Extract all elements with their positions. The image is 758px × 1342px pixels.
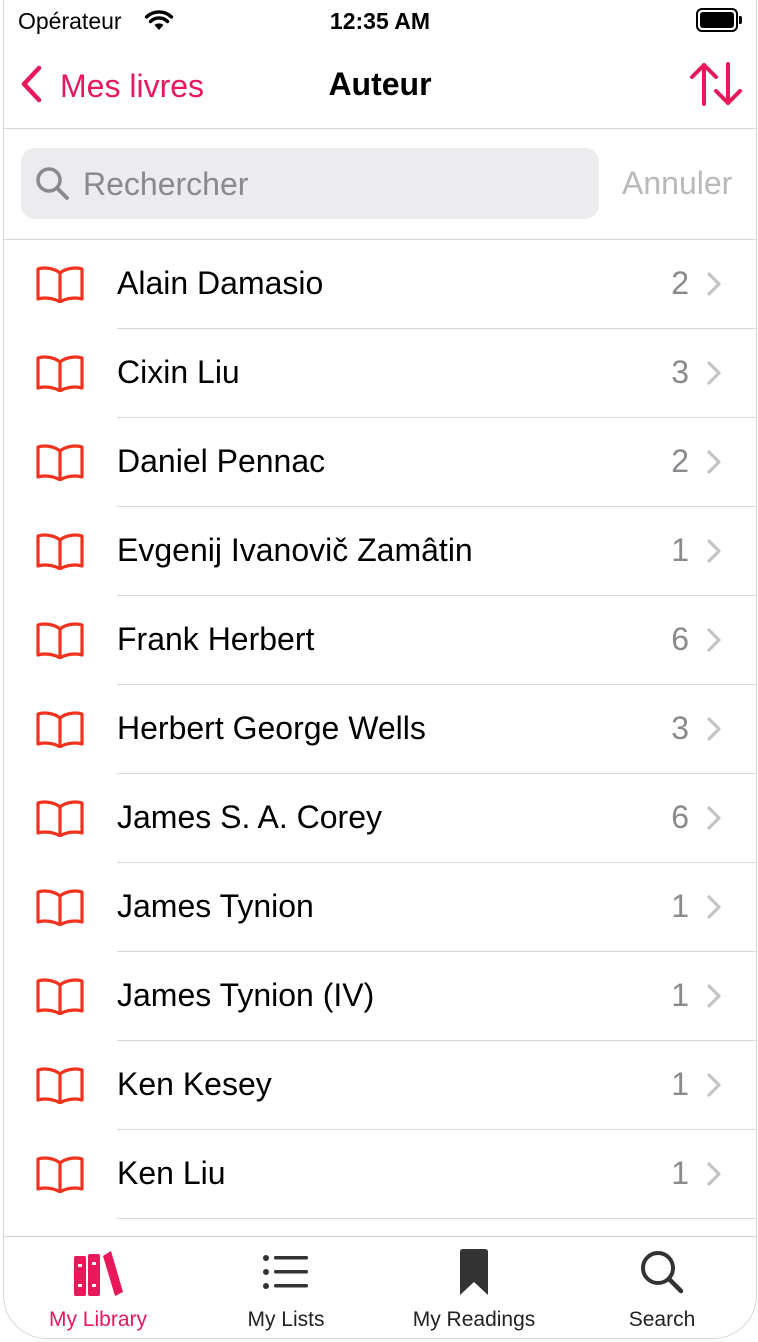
- book-count: 2: [671, 443, 689, 479]
- chevron-right-icon: [706, 1072, 722, 1103]
- tab-search[interactable]: Search: [568, 1237, 756, 1338]
- author-row[interactable]: James Tynion (IV) 1: [4, 952, 756, 1041]
- author-row[interactable]: Evgenij Ivanovič Zamâtin 1: [4, 507, 756, 596]
- author-list: Alain Damasio 2 Cixin Liu 3 Daniel Pennac 2 Ev…: [4, 240, 756, 1235]
- author-row[interactable]: Ken Kesey 1: [4, 1041, 756, 1130]
- book-icon: [35, 1155, 85, 1198]
- search-bar: Annuler: [4, 129, 756, 240]
- phone-screen: Opérateur 12:35 AM Mes livres Auteur Rec…: [3, 0, 757, 1339]
- page-title: Auteur: [328, 66, 432, 102]
- author-row[interactable]: Ken Liu 1: [4, 1130, 756, 1219]
- status-bar: Opérateur 12:35 AM: [4, 0, 756, 44]
- author-row[interactable]: Cixin Liu 3: [4, 329, 756, 418]
- tab-my-lists[interactable]: My Lists: [192, 1237, 380, 1338]
- author-name: Ken Kesey: [117, 1066, 272, 1102]
- chevron-right-icon: [706, 1161, 722, 1192]
- book-count: 1: [671, 1155, 689, 1191]
- tab-label: My Library: [48, 1308, 148, 1331]
- book-count: 3: [671, 354, 689, 390]
- chevron-right-icon: [706, 360, 722, 391]
- search-field-container[interactable]: [21, 148, 599, 221]
- chevron-right-icon: [706, 271, 722, 302]
- clock: 12:35 AM: [329, 8, 431, 34]
- book-count: 6: [671, 621, 689, 657]
- book-icon: [35, 621, 85, 664]
- author-row[interactable]: James S. A. Corey 6: [4, 774, 756, 863]
- book-count: 2: [671, 265, 689, 301]
- book-icon: [35, 1066, 85, 1109]
- tab-label: Search: [628, 1308, 696, 1331]
- chevron-right-icon: [706, 538, 722, 569]
- book-icon: [35, 532, 85, 575]
- sort-button[interactable]: [687, 60, 745, 113]
- book-count: 1: [671, 1066, 689, 1102]
- book-count: 1: [671, 888, 689, 924]
- library-icon: [70, 1248, 126, 1301]
- book-count: 6: [671, 799, 689, 835]
- author-name: Evgenij Ivanovič Zamâtin: [117, 532, 473, 568]
- row-separator: [117, 1218, 756, 1219]
- book-icon: [35, 977, 85, 1020]
- list-icon: [262, 1254, 310, 1295]
- author-name: Alain Damasio: [117, 265, 324, 301]
- author-name: James Tynion (IV): [117, 977, 375, 1013]
- author-name: Frank Herbert: [117, 621, 315, 657]
- book-icon: [35, 443, 85, 486]
- author-row[interactable]: James Tynion 1: [4, 863, 756, 952]
- author-name: Herbert George Wells: [117, 710, 426, 746]
- tab-label: My Lists: [247, 1308, 325, 1331]
- chevron-right-icon: [706, 983, 722, 1014]
- battery-icon: [696, 8, 742, 32]
- author-name: Daniel Pennac: [117, 443, 326, 479]
- author-row[interactable]: Herbert George Wells 3: [4, 685, 756, 774]
- tab-bar: My Library My Lists My Readings Search: [4, 1236, 756, 1338]
- search-input[interactable]: [81, 148, 585, 221]
- tab-label: My Readings: [412, 1308, 536, 1331]
- author-name: Cixin Liu: [117, 354, 240, 390]
- book-count: 3: [671, 710, 689, 746]
- search-icon: [639, 1249, 685, 1300]
- book-icon: [35, 888, 85, 931]
- chevron-right-icon: [706, 627, 722, 658]
- book-count: 1: [671, 532, 689, 568]
- book-icon: [35, 799, 85, 842]
- book-icon: [35, 354, 85, 397]
- book-icon: [35, 710, 85, 753]
- cancel-button[interactable]: Annuler: [622, 165, 732, 202]
- author-row[interactable]: Daniel Pennac 2: [4, 418, 756, 507]
- book-count: 1: [671, 977, 689, 1013]
- sort-arrows-icon: [687, 62, 745, 112]
- tab-my-readings[interactable]: My Readings: [380, 1237, 568, 1338]
- bookmark-icon: [458, 1248, 490, 1301]
- chevron-right-icon: [706, 894, 722, 925]
- magnifier-icon: [35, 166, 71, 207]
- author-name: James Tynion: [117, 888, 314, 924]
- tab-my-library[interactable]: My Library: [4, 1237, 192, 1338]
- author-name: Ken Liu: [117, 1155, 226, 1191]
- navigation-bar: Mes livres Auteur: [4, 44, 756, 129]
- chevron-right-icon: [706, 716, 722, 747]
- author-row[interactable]: Alain Damasio 2: [4, 240, 756, 329]
- book-icon: [35, 265, 85, 308]
- author-row[interactable]: Frank Herbert 6: [4, 596, 756, 685]
- chevron-right-icon: [706, 449, 722, 480]
- chevron-right-icon: [706, 805, 722, 836]
- author-name: James S. A. Corey: [117, 799, 382, 835]
